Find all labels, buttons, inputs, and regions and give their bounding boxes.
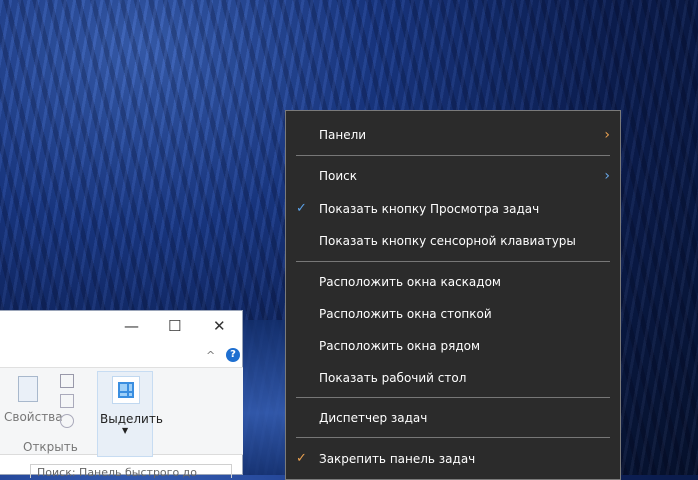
menu-separator xyxy=(296,437,610,438)
menu-item-stack[interactable]: Расположить окна стопкой xyxy=(286,300,620,328)
menu-item-show-touch-keyboard[interactable]: Показать кнопку сенсорной клавиатуры xyxy=(286,227,620,255)
file-explorer-window: — ☐ ✕ ^ ? Свойства Открыть Выделить ▼ По… xyxy=(0,310,243,478)
menu-item-task-manager[interactable]: Диспетчер задач xyxy=(286,404,620,432)
menu-item-show-task-view[interactable]: ✓ Показать кнопку Просмотра задач xyxy=(286,195,620,223)
menu-item-label: Показать кнопку Просмотра задач xyxy=(319,202,540,216)
menu-item-search[interactable]: Поиск › xyxy=(286,162,620,190)
minimize-button[interactable]: — xyxy=(124,317,139,335)
chevron-right-icon: › xyxy=(604,168,610,184)
close-button[interactable]: ✕ xyxy=(213,317,226,335)
menu-item-label: Расположить окна рядом xyxy=(319,339,481,353)
menu-item-cascade[interactable]: Расположить окна каскадом xyxy=(286,268,620,296)
dropdown-arrow-icon: ▼ xyxy=(122,426,129,435)
menu-separator xyxy=(296,397,610,398)
properties-icon xyxy=(18,376,38,402)
edit-icon[interactable] xyxy=(60,394,74,408)
menu-item-label: Панели xyxy=(319,128,367,142)
menu-item-label: Расположить окна стопкой xyxy=(319,307,492,321)
menu-separator xyxy=(296,155,610,156)
menu-item-label: Поиск xyxy=(319,169,358,183)
chevron-right-icon: › xyxy=(604,127,610,143)
select-grid-icon xyxy=(112,376,140,404)
menu-item-label: Закрепить панель задач xyxy=(319,452,476,466)
search-input[interactable]: Поиск: Панель быстрого до xyxy=(30,464,232,478)
open-icon[interactable] xyxy=(60,374,74,388)
menu-separator xyxy=(296,261,610,262)
menu-item-label: Показать кнопку сенсорной клавиатуры xyxy=(319,234,576,248)
select-button[interactable]: Выделить ▼ xyxy=(97,371,163,457)
help-icon[interactable]: ? xyxy=(226,348,240,362)
menu-item-label: Диспетчер задач xyxy=(319,411,428,425)
maximize-button[interactable]: ☐ xyxy=(168,317,181,335)
menu-item-panels[interactable]: Панели › xyxy=(286,121,620,149)
select-label: Выделить xyxy=(100,412,163,426)
checkmark-icon: ✓ xyxy=(296,201,307,216)
checkmark-icon: ✓ xyxy=(296,451,307,466)
menu-item-side-by-side[interactable]: Расположить окна рядом xyxy=(286,332,620,360)
menu-item-show-desktop[interactable]: Показать рабочий стол xyxy=(286,364,620,392)
properties-button[interactable]: Свойства xyxy=(4,410,63,424)
history-icon[interactable] xyxy=(60,414,74,428)
taskbar-context-menu: Панели › Поиск › ✓ Показать кнопку Просмотр… xyxy=(285,110,621,480)
menu-item-label: Расположить окна каскадом xyxy=(319,275,501,289)
collapse-ribbon-button[interactable]: ^ xyxy=(206,349,215,362)
menu-item-label: Показать рабочий стол xyxy=(319,371,467,385)
menu-item-lock-taskbar[interactable]: ✓ Закрепить панель задач xyxy=(286,445,620,473)
open-group-label: Открыть xyxy=(23,440,78,454)
